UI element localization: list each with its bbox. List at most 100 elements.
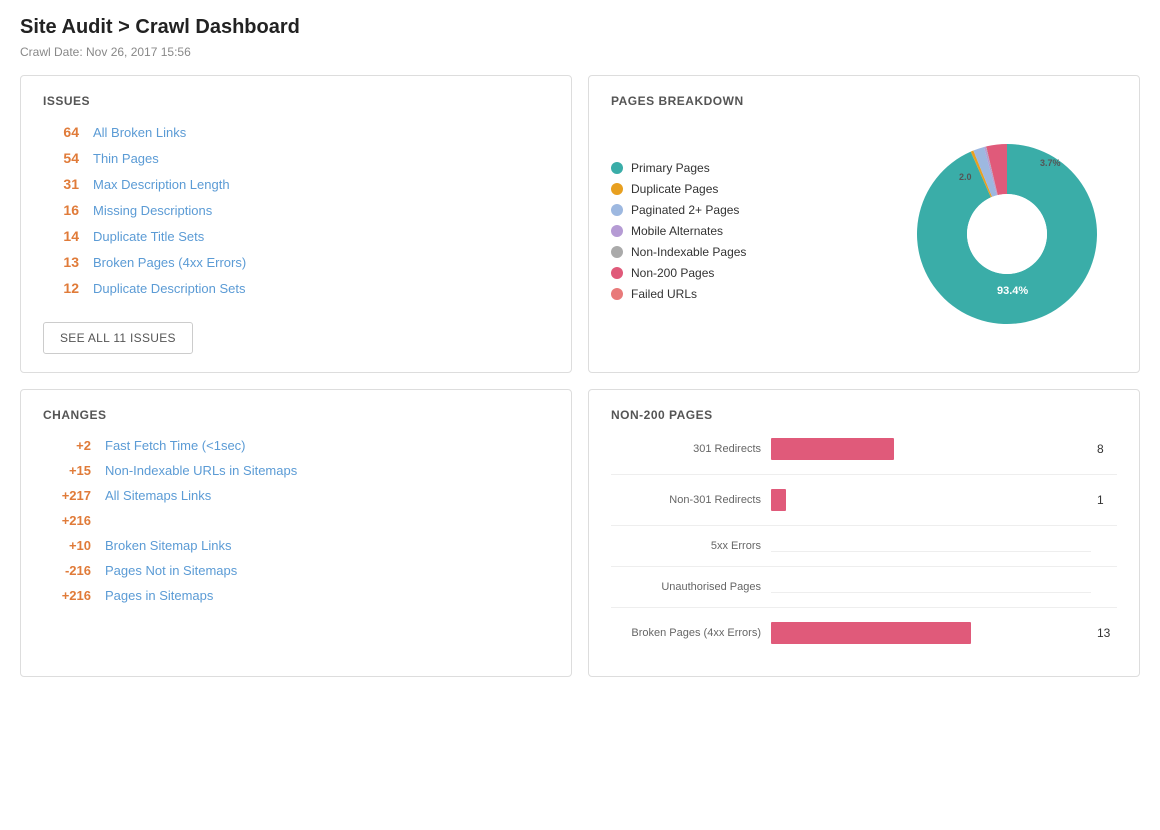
legend-item: Duplicate Pages bbox=[611, 182, 873, 196]
change-link[interactable]: Fast Fetch Time (<1sec) bbox=[105, 438, 246, 453]
change-link[interactable]: Pages Not in Sitemaps bbox=[105, 563, 237, 578]
change-count: +216 bbox=[43, 588, 91, 603]
legend-item: Primary Pages bbox=[611, 161, 873, 175]
donut-label-primary: 93.4% bbox=[997, 285, 1028, 297]
bar-label: Unauthorised Pages bbox=[611, 581, 771, 593]
change-link[interactable]: Pages in Sitemaps bbox=[105, 588, 213, 603]
changes-list-item: -216 Pages Not in Sitemaps bbox=[43, 563, 549, 578]
bar-track bbox=[771, 551, 1091, 552]
see-all-issues-button[interactable]: SEE ALL 11 ISSUES bbox=[43, 322, 193, 354]
bar-fill bbox=[771, 438, 894, 460]
issue-link[interactable]: All Broken Links bbox=[93, 125, 186, 140]
crawl-date: Crawl Date: Nov 26, 2017 15:56 bbox=[20, 45, 1140, 59]
change-count: +217 bbox=[43, 488, 91, 503]
change-count: +15 bbox=[43, 463, 91, 478]
breakdown-inner: Primary Pages Duplicate Pages Paginated … bbox=[611, 124, 1117, 344]
bar-label: 5xx Errors bbox=[611, 540, 771, 552]
bar-row: 301 Redirects8 bbox=[611, 438, 1117, 460]
changes-list-item: +2 Fast Fetch Time (<1sec) bbox=[43, 438, 549, 453]
legend-label: Non-200 Pages bbox=[631, 266, 714, 280]
page-title: Site Audit > Crawl Dashboard bbox=[20, 16, 1140, 39]
legend-item: Failed URLs bbox=[611, 287, 873, 301]
donut-chart-area: 93.4% 2.0 3.7% bbox=[897, 124, 1117, 344]
issue-link[interactable]: Missing Descriptions bbox=[93, 203, 212, 218]
bar-track bbox=[771, 592, 1091, 593]
changes-list-item: +217 All Sitemaps Links bbox=[43, 488, 549, 503]
issues-list: 64 All Broken Links 54 Thin Pages 31 Max… bbox=[43, 124, 549, 296]
bar-track bbox=[771, 622, 1091, 644]
changes-list-item: +216 bbox=[43, 513, 549, 528]
legend-item: Non-Indexable Pages bbox=[611, 245, 873, 259]
change-count: +2 bbox=[43, 438, 91, 453]
donut-chart-svg: 93.4% 2.0 3.7% bbox=[897, 124, 1117, 344]
issue-count: 16 bbox=[43, 202, 79, 218]
change-count: +216 bbox=[43, 513, 91, 528]
legend-dot bbox=[611, 288, 623, 300]
change-link[interactable]: All Sitemaps Links bbox=[105, 488, 211, 503]
changes-list-item: +15 Non-Indexable URLs in Sitemaps bbox=[43, 463, 549, 478]
change-count: -216 bbox=[43, 563, 91, 578]
legend-dot bbox=[611, 204, 623, 216]
legend-label: Failed URLs bbox=[631, 287, 697, 301]
legend-item: Non-200 Pages bbox=[611, 266, 873, 280]
non200-card-title: NON-200 PAGES bbox=[611, 408, 1117, 422]
donut-inner-circle bbox=[967, 194, 1047, 274]
non200-card: NON-200 PAGES 301 Redirects8 Non-301 Redi… bbox=[588, 389, 1140, 677]
change-link[interactable]: Broken Sitemap Links bbox=[105, 538, 231, 553]
donut-label-paginated: 2.0 bbox=[959, 172, 972, 182]
changes-card: CHANGES +2 Fast Fetch Time (<1sec) +15 Non-… bbox=[20, 389, 572, 677]
issue-count: 64 bbox=[43, 124, 79, 140]
pages-breakdown-title: PAGES BREAKDOWN bbox=[611, 94, 1117, 108]
issue-link[interactable]: Duplicate Title Sets bbox=[93, 229, 204, 244]
donut-label-non200: 3.7% bbox=[1040, 158, 1061, 168]
bar-label: 301 Redirects bbox=[611, 443, 771, 455]
bar-track bbox=[771, 489, 1091, 511]
legend-label: Paginated 2+ Pages bbox=[631, 203, 739, 217]
bar-divider bbox=[611, 566, 1117, 567]
legend-item: Mobile Alternates bbox=[611, 224, 873, 238]
pages-breakdown-card: PAGES BREAKDOWN Primary Pages Duplicate … bbox=[588, 75, 1140, 373]
changes-list-item: +216 Pages in Sitemaps bbox=[43, 588, 549, 603]
legend-label: Primary Pages bbox=[631, 161, 710, 175]
change-link[interactable]: Non-Indexable URLs in Sitemaps bbox=[105, 463, 297, 478]
bar-chart: 301 Redirects8 Non-301 Redirects 1 5xx Erro… bbox=[611, 438, 1117, 644]
legend-label: Duplicate Pages bbox=[631, 182, 718, 196]
issues-list-item: 64 All Broken Links bbox=[43, 124, 549, 140]
issues-list-item: 54 Thin Pages bbox=[43, 150, 549, 166]
issue-link[interactable]: Max Description Length bbox=[93, 177, 230, 192]
issue-link[interactable]: Duplicate Description Sets bbox=[93, 281, 245, 296]
bar-row: Broken Pages (4xx Errors)13 bbox=[611, 622, 1117, 644]
legend-dot bbox=[611, 246, 623, 258]
legend-dot bbox=[611, 225, 623, 237]
issues-list-item: 13 Broken Pages (4xx Errors) bbox=[43, 254, 549, 270]
bar-value: 13 bbox=[1097, 626, 1117, 640]
legend-item: Paginated 2+ Pages bbox=[611, 203, 873, 217]
legend-dot bbox=[611, 267, 623, 279]
issue-count: 14 bbox=[43, 228, 79, 244]
bar-row: Unauthorised Pages bbox=[611, 581, 1117, 593]
legend: Primary Pages Duplicate Pages Paginated … bbox=[611, 161, 873, 308]
changes-list: +2 Fast Fetch Time (<1sec) +15 Non-Indexabl… bbox=[43, 438, 549, 603]
bar-value: 1 bbox=[1097, 493, 1117, 507]
legend-dot bbox=[611, 183, 623, 195]
bar-row: 5xx Errors bbox=[611, 540, 1117, 552]
changes-card-title: CHANGES bbox=[43, 408, 549, 422]
change-count: +10 bbox=[43, 538, 91, 553]
issue-link[interactable]: Thin Pages bbox=[93, 151, 159, 166]
bar-track bbox=[771, 438, 1091, 460]
bar-fill bbox=[771, 622, 971, 644]
issues-list-item: 31 Max Description Length bbox=[43, 176, 549, 192]
legend-label: Non-Indexable Pages bbox=[631, 245, 746, 259]
issues-card-title: ISSUES bbox=[43, 94, 549, 108]
issue-link[interactable]: Broken Pages (4xx Errors) bbox=[93, 255, 246, 270]
bar-label: Non-301 Redirects bbox=[611, 494, 771, 506]
issues-list-item: 16 Missing Descriptions bbox=[43, 202, 549, 218]
issues-card: ISSUES 64 All Broken Links 54 Thin Pages… bbox=[20, 75, 572, 373]
issues-list-item: 12 Duplicate Description Sets bbox=[43, 280, 549, 296]
issue-count: 12 bbox=[43, 280, 79, 296]
bar-divider bbox=[611, 474, 1117, 475]
issues-list-item: 14 Duplicate Title Sets bbox=[43, 228, 549, 244]
legend-label: Mobile Alternates bbox=[631, 224, 723, 238]
bar-fill bbox=[771, 489, 786, 511]
issue-count: 13 bbox=[43, 254, 79, 270]
